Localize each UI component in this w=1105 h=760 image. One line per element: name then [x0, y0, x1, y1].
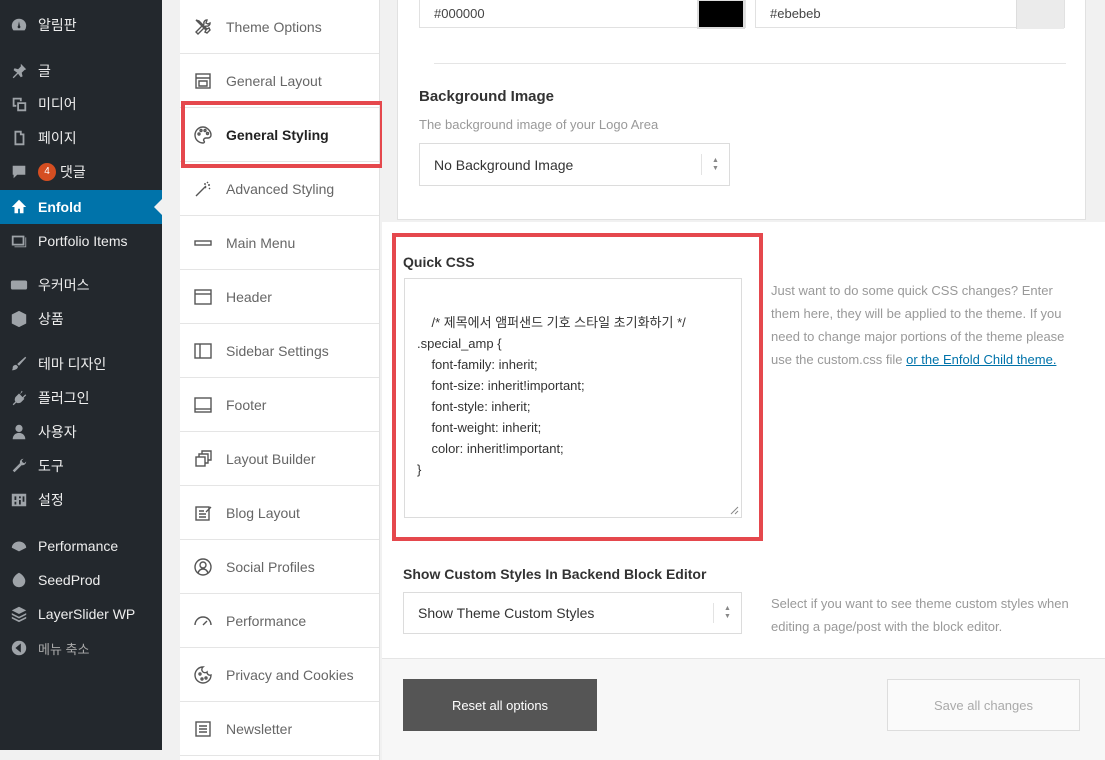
comment-icon	[0, 163, 38, 181]
color-swatch-2[interactable]	[1016, 0, 1064, 29]
quick-css-textarea[interactable]: /* 제목에서 앰퍼샌드 기호 스타일 초기화하기 */ .special_am…	[404, 278, 742, 518]
background-image-select[interactable]: No Background Image ▲ ▼	[419, 143, 730, 186]
media-icon	[0, 95, 38, 113]
wrench-icon	[0, 457, 38, 475]
newsletter-icon	[180, 719, 226, 739]
tab-footer[interactable]: Footer	[180, 378, 379, 432]
menu-item-tools[interactable]: 도구	[0, 449, 162, 483]
layout-builder-icon	[180, 449, 226, 469]
portfolio-icon	[0, 232, 38, 250]
layers-icon	[0, 605, 38, 623]
dashboard-icon	[0, 16, 38, 34]
tab-newsletter[interactable]: Newsletter	[180, 702, 379, 756]
tab-general-styling[interactable]: General Styling	[180, 108, 379, 162]
menu-item-woocommerce[interactable]: 우커머스	[0, 268, 162, 302]
menu-item-settings[interactable]: 설정	[0, 483, 162, 517]
menu-item-enfold[interactable]: Enfold	[0, 190, 162, 224]
header-icon	[180, 287, 226, 307]
tab-theme-options[interactable]: Theme Options	[180, 0, 379, 54]
background-image-title: Background Image	[419, 88, 555, 105]
theme-options-tabs: Theme Options General Layout General Sty…	[180, 0, 380, 760]
footer-icon	[180, 395, 226, 415]
quick-css-title: Quick CSS	[403, 254, 475, 270]
magic-wand-icon	[180, 179, 226, 199]
comment-count-badge: 4	[38, 163, 56, 181]
menu-item-layerslider[interactable]: LayerSlider WP	[0, 597, 162, 631]
menu-bar-icon	[180, 233, 226, 253]
enfold-child-theme-link[interactable]: or the Enfold Child theme.	[906, 352, 1056, 367]
divider	[434, 63, 1066, 64]
woo-icon	[0, 276, 38, 294]
gauge-icon	[180, 611, 226, 631]
tab-advanced-styling[interactable]: Advanced Styling	[180, 162, 379, 216]
color-input-1[interactable]: #000000	[419, 0, 746, 29]
quick-css-description: Just want to do some quick CSS changes? …	[771, 283, 1065, 367]
cookie-icon	[180, 665, 226, 685]
seedprod-icon	[0, 571, 38, 589]
blog-icon	[180, 503, 226, 523]
options-content: #000000 #ebebeb Background Image The bac…	[382, 0, 1105, 760]
menu-item-appearance[interactable]: 테마 디자인	[0, 347, 162, 381]
home-icon	[0, 198, 38, 216]
box-icon	[0, 310, 38, 328]
layout-icon	[180, 71, 226, 91]
tab-header[interactable]: Header	[180, 270, 379, 324]
page-icon	[0, 129, 38, 147]
sidebar-icon	[180, 341, 226, 361]
menu-item-seedprod[interactable]: SeedProd	[0, 563, 162, 597]
backend-styles-select[interactable]: Show Theme Custom Styles ▲ ▼	[403, 592, 742, 634]
backend-styles-title: Show Custom Styles In Backend Block Edit…	[403, 566, 707, 582]
tab-performance[interactable]: Performance	[180, 594, 379, 648]
color-input-2[interactable]: #ebebeb	[755, 0, 1065, 29]
menu-item-plugins[interactable]: 플러그인	[0, 381, 162, 415]
tab-main-menu[interactable]: Main Menu	[180, 216, 379, 270]
options-footer: Reset all options Save all changes	[382, 658, 1105, 760]
tab-privacy-and-cookies[interactable]: Privacy and Cookies	[180, 648, 379, 702]
resize-grip-icon[interactable]	[729, 505, 739, 515]
tab-sidebar-settings[interactable]: Sidebar Settings	[180, 324, 379, 378]
tools-icon	[180, 17, 226, 37]
menu-item-comments[interactable]: 4 댓글	[0, 155, 162, 189]
pin-icon	[0, 62, 38, 80]
menu-item-users[interactable]: 사용자	[0, 415, 162, 449]
social-icon	[180, 557, 226, 577]
menu-item-dashboard[interactable]: 알림판	[0, 8, 162, 42]
backend-styles-description: Select if you want to see theme custom s…	[771, 596, 1069, 634]
brush-icon	[0, 355, 38, 373]
menu-item-pages[interactable]: 페이지	[0, 121, 162, 155]
user-icon	[0, 423, 38, 441]
background-image-description: The background image of your Logo Area	[419, 117, 659, 132]
menu-item-media[interactable]: 미디어	[0, 87, 162, 121]
menu-item-performance[interactable]: Performance	[0, 529, 162, 563]
tab-general-layout[interactable]: General Layout	[180, 54, 379, 108]
collapse-menu-button[interactable]: 메뉴 축소	[0, 631, 162, 665]
admin-sidebar: 알림판 글 미디어 페이지 4 댓글 Enfold Portfolio Item…	[0, 0, 162, 750]
tab-blog-layout[interactable]: Blog Layout	[180, 486, 379, 540]
menu-item-portfolio[interactable]: Portfolio Items	[0, 224, 162, 258]
collapse-icon	[0, 639, 38, 657]
color-swatch-1[interactable]	[697, 0, 745, 29]
settings-icon	[0, 491, 38, 509]
palette-icon	[180, 125, 226, 145]
select-arrows-icon: ▲ ▼	[713, 603, 741, 623]
logo-area-panel: #000000 #ebebeb Background Image The bac…	[397, 0, 1086, 220]
select-arrows-icon: ▲ ▼	[701, 154, 729, 175]
menu-item-products[interactable]: 상품	[0, 302, 162, 336]
menu-item-posts[interactable]: 글	[0, 54, 162, 88]
tab-layout-builder[interactable]: Layout Builder	[180, 432, 379, 486]
tab-social-profiles[interactable]: Social Profiles	[180, 540, 379, 594]
performance-icon	[0, 537, 38, 555]
plugin-icon	[0, 389, 38, 407]
save-all-changes-button[interactable]: Save all changes	[887, 679, 1080, 731]
reset-all-options-button[interactable]: Reset all options	[403, 679, 597, 731]
